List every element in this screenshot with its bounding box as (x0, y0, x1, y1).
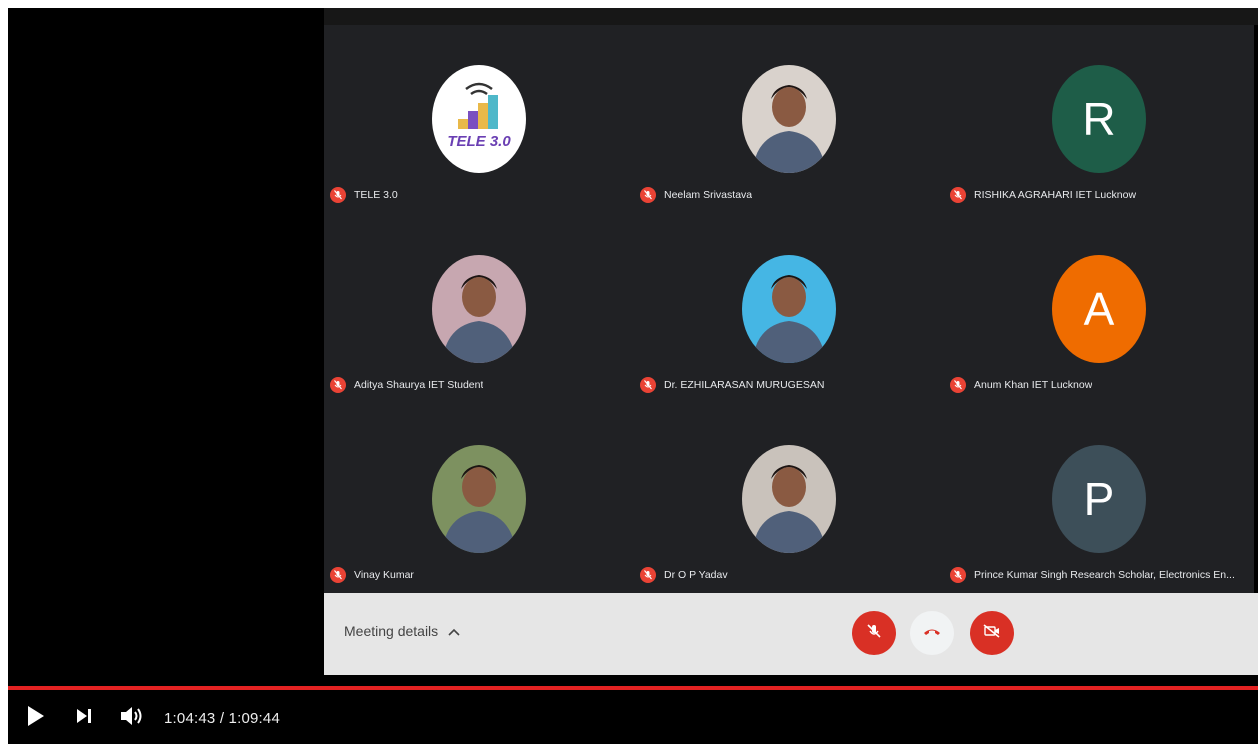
participant-tile: Vinay Kumar (324, 405, 634, 595)
progress-bar[interactable] (8, 686, 1258, 690)
participant-name-row: Dr O P Yadav (640, 565, 944, 585)
participant-tile: R RISHIKA AGRAHARI IET Lucknow (944, 25, 1254, 215)
mic-off-icon (640, 377, 656, 393)
participant-photo-avatar (432, 255, 526, 363)
volume-button[interactable] (112, 698, 152, 738)
video-player[interactable]: TELE 3.0 TELE 3.0 Neelam Srivastava R RISHIK… (8, 8, 1258, 744)
mic-off-icon (950, 567, 966, 583)
participant-name-row: Vinay Kumar (330, 565, 634, 585)
participant-initial-avatar: A (1052, 255, 1146, 363)
participant-name-row: Neelam Srivastava (640, 185, 944, 205)
next-button[interactable] (64, 698, 104, 738)
mic-off-icon (640, 187, 656, 203)
avatar-initial: R (1082, 93, 1116, 145)
meet-controls-bar: Meeting details (324, 593, 1258, 675)
participant-name: RISHIKA AGRAHARI IET Lucknow (974, 189, 1137, 201)
mic-toggle-button[interactable] (852, 611, 896, 655)
participant-tile: A Anum Khan IET Lucknow (944, 215, 1254, 405)
participant-photo-avatar (432, 445, 526, 553)
mic-off-icon (330, 567, 346, 583)
participant-tile: Dr. EZHILARASAN MURUGESAN (634, 215, 944, 405)
mic-off-icon (330, 377, 346, 393)
camera-toggle-button[interactable] (970, 611, 1014, 655)
hang-up-button[interactable] (910, 611, 954, 655)
participant-photo-avatar (742, 255, 836, 363)
participant-initial-avatar: R (1052, 65, 1146, 173)
time-display: 1:04:43 / 1:09:44 (164, 709, 280, 727)
meet-participant-grid: TELE 3.0 TELE 3.0 Neelam Srivastava R RISHIK… (324, 25, 1254, 675)
hang-up-icon (922, 624, 942, 642)
mic-off-icon (865, 622, 883, 645)
play-button[interactable] (16, 698, 56, 738)
mic-off-icon (330, 187, 346, 203)
participant-name: Anum Khan IET Lucknow (974, 379, 1093, 391)
participant-tile: Aditya Shaurya IET Student (324, 215, 634, 405)
participant-name: TELE 3.0 (354, 189, 398, 201)
play-icon (27, 705, 45, 732)
meeting-details-button[interactable]: Meeting details (344, 623, 460, 639)
participant-tile: P Prince Kumar Singh Research Scholar, El… (944, 405, 1254, 595)
participant-tile: Dr O P Yadav (634, 405, 944, 595)
participant-photo-avatar (742, 65, 836, 173)
participant-name: Prince Kumar Singh Research Scholar, Ele… (974, 569, 1235, 581)
chevron-up-icon (448, 623, 460, 639)
participant-photo-avatar (742, 445, 836, 553)
participant-name: Vinay Kumar (354, 569, 414, 581)
participant-tile: Neelam Srivastava (634, 25, 944, 215)
mic-off-icon (950, 377, 966, 393)
participant-name-row: RISHIKA AGRAHARI IET Lucknow (950, 185, 1254, 205)
participant-name-row: Aditya Shaurya IET Student (330, 375, 634, 395)
meet-top-strip (324, 8, 1258, 25)
participant-name-row: Anum Khan IET Lucknow (950, 375, 1254, 395)
participant-name-row: Dr. EZHILARASAN MURUGESAN (640, 375, 944, 395)
participant-name: Aditya Shaurya IET Student (354, 379, 484, 391)
participant-tile: TELE 3.0 TELE 3.0 (324, 25, 634, 215)
avatar-initial: A (1083, 283, 1115, 335)
mic-off-icon (950, 187, 966, 203)
logo-text: TELE 3.0 (447, 133, 511, 150)
avatar-initial: P (1083, 473, 1115, 525)
volume-icon (120, 705, 144, 732)
camera-off-icon (982, 623, 1002, 644)
participant-name: Dr O P Yadav (664, 569, 728, 581)
participant-name-row: TELE 3.0 (330, 185, 634, 205)
mic-off-icon (640, 567, 656, 583)
meeting-details-label: Meeting details (344, 623, 439, 639)
participant-logo-avatar: TELE 3.0 (432, 65, 526, 173)
participant-name: Neelam Srivastava (664, 189, 753, 201)
participant-initial-avatar: P (1052, 445, 1146, 553)
participant-name: Dr. EZHILARASAN MURUGESAN (664, 379, 825, 391)
next-icon (75, 707, 93, 730)
player-controls: 1:04:43 / 1:09:44 (8, 698, 280, 738)
participant-name-row: Prince Kumar Singh Research Scholar, Ele… (950, 565, 1254, 585)
